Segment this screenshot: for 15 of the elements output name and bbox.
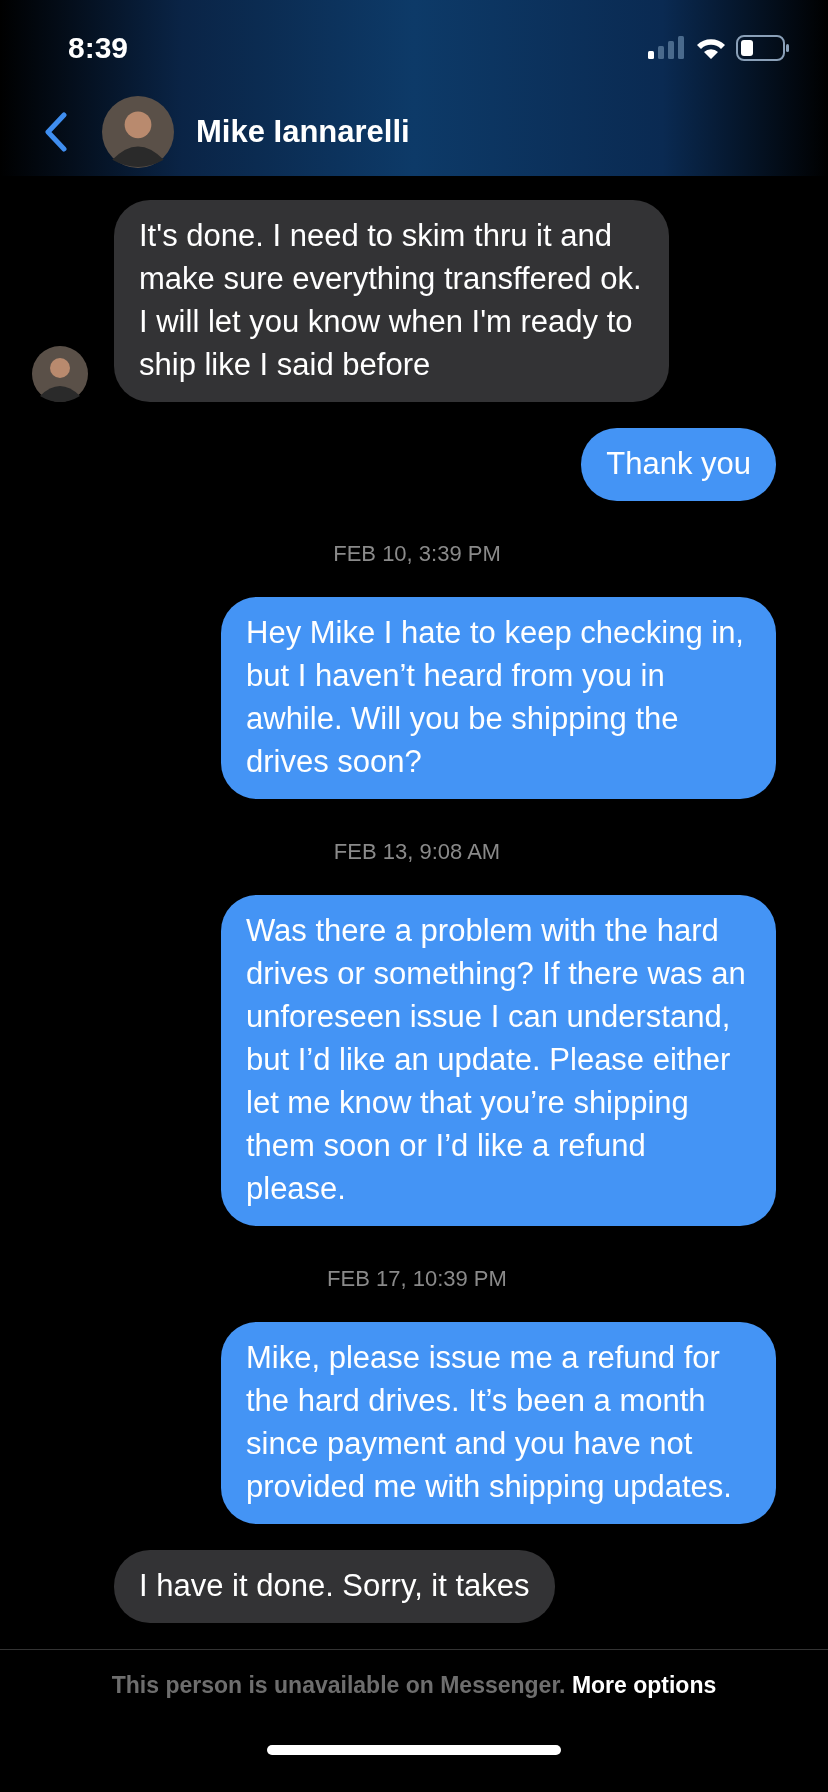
signal-icon [648,36,686,60]
received-message[interactable]: It's done. I need to skim thru it and make sure everything transffered ok. I will let you know when I'm ready to ship like I said before [114,200,669,402]
back-icon[interactable] [44,112,68,152]
status-time: 8:39 [68,31,129,65]
battery-icon [736,35,790,61]
timestamp: FEB 10, 3:39 PM [333,541,501,567]
unavailable-notice: This person is unavailable on Messenger. [111,1672,566,1698]
avatar[interactable] [32,346,88,402]
timestamp: FEB 17, 10:39 PM [327,1266,507,1292]
received-message[interactable]: I have it done. Sorry, it takes [114,1550,555,1623]
contact-name[interactable]: Mike Iannarelli [196,114,410,150]
wifi-icon [696,37,726,59]
timestamp: FEB 13, 9:08 AM [333,839,501,865]
more-options-link[interactable]: More options [571,1672,717,1698]
avatar[interactable] [102,96,174,168]
